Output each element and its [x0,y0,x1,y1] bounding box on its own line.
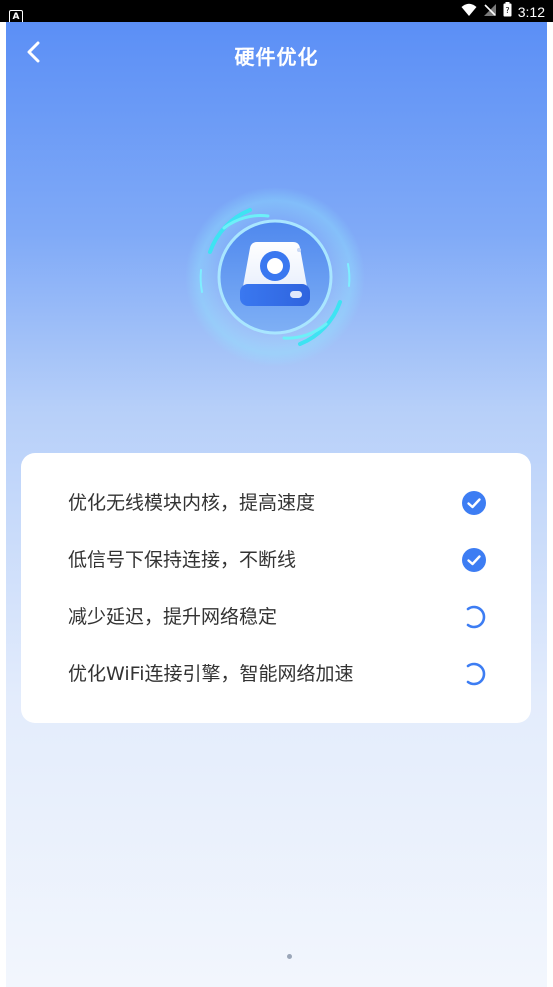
svg-text:?: ? [505,6,509,15]
check-circle-icon [461,547,487,573]
status-bar: A ? 3:12 [0,0,553,24]
task-row: 低信号下保持连接，不断线 [68,545,487,575]
optimization-task-card: 优化无线模块内核，提高速度 低信号下保持连接，不断线 减少延迟，提升网络稳定 优… [21,453,531,723]
task-label: 优化无线模块内核，提高速度 [68,492,316,514]
battery-icon: ? [503,2,512,21]
task-label: 优化WiFi连接引擎，智能网络加速 [68,663,354,685]
loading-spinner-icon [461,661,487,687]
nav-bar: 硬件优化 [6,22,547,86]
page-indicator-dot [287,954,292,959]
scan-rings [185,187,365,367]
task-label: 减少延迟，提升网络稳定 [68,606,278,628]
no-signal-icon [483,2,497,21]
hardware-optimize-screen: 硬件优化 优化无线模块内核，提高速度 低信号下保持连接，不断线 减少延迟，提升网… [6,22,547,987]
page-title: 硬件优化 [234,45,319,69]
check-circle-icon [461,490,487,516]
hero-graphic [180,182,370,372]
wifi-icon [461,2,477,21]
status-time: 3:12 [517,3,545,20]
task-row: 优化无线模块内核，提高速度 [68,488,487,518]
loading-spinner-icon [461,604,487,630]
status-right: ? 3:12 [461,2,545,21]
hard-drive-icon [240,242,310,306]
status-left: A [9,4,23,24]
task-row: 优化WiFi连接引擎，智能网络加速 [68,659,487,689]
task-label: 低信号下保持连接，不断线 [68,549,297,571]
task-row: 减少延迟，提升网络稳定 [68,602,487,632]
